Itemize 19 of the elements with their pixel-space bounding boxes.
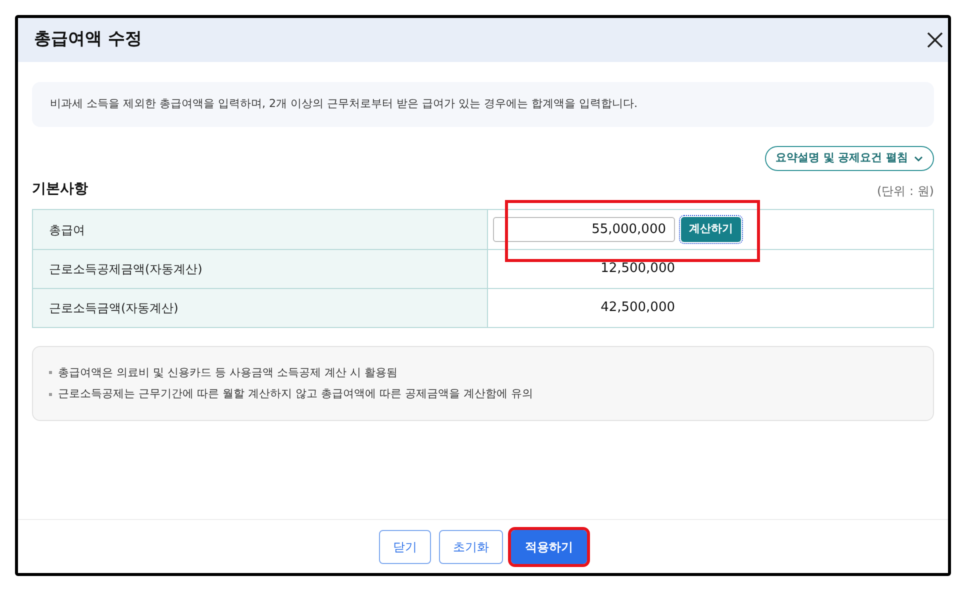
row-label: 근로소득공제금액(자동계산) [33, 250, 488, 288]
note-text: 총급여액은 의료비 및 신용카드 등 사용금액 소득공제 계산 시 활용됨 [58, 364, 398, 380]
section-title: 기본사항 [32, 180, 88, 199]
note-text: 근로소득공제는 근무기간에 따른 월할 계산하지 않고 총급여액에 따른 공제금액을 계산함에 유의 [58, 386, 533, 402]
row-value: 12,500,000 [600, 260, 675, 278]
footer-button[interactable]: 닫기 [379, 530, 431, 564]
salary-input[interactable]: 55,000,000 [493, 217, 675, 242]
window-title: 총급여액 수정 [34, 28, 142, 52]
footer-button[interactable]: 초기화 [439, 530, 503, 564]
expand-button[interactable]: 요약설명 및 공제요건 펼침 [764, 146, 934, 171]
info-text: 비과세 소득을 제외한 총급여액을 입력하며, 2개 이상의 근무처로부터 받은 급여가 있는 경우에는 합계액을 입력합니다. [50, 96, 638, 112]
bullet-icon [49, 392, 52, 396]
close-icon[interactable] [926, 31, 944, 49]
bullet-icon [49, 371, 52, 374]
row-label: 총급여 [33, 210, 488, 249]
calculate-button[interactable]: 계산하기 [681, 217, 741, 242]
row-value: 42,500,000 [600, 299, 675, 318]
unit-label: (단위 : 원) [876, 183, 934, 200]
row-label: 근로소득금액(자동계산) [33, 289, 488, 327]
